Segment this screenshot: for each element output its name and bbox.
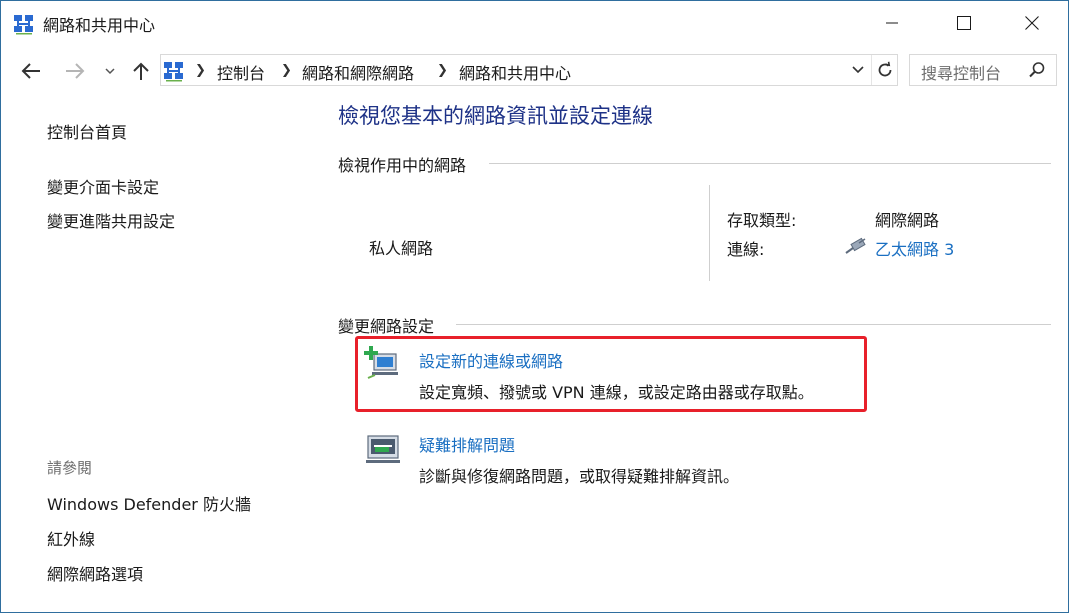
- section-divider: [456, 324, 1051, 325]
- breadcrumb-separator-icon[interactable]: ❯: [437, 63, 448, 78]
- close-icon: [1025, 16, 1039, 30]
- window-title: 網路和共用中心: [43, 16, 156, 35]
- troubleshoot-link[interactable]: 疑難排解問題: [419, 432, 515, 456]
- see-also-heading: 請參閱: [47, 459, 93, 477]
- arrow-right-icon: [66, 63, 85, 79]
- section-divider: [489, 163, 1051, 164]
- search-input[interactable]: 搜尋控制台: [909, 54, 1057, 86]
- title-bar: 網路和共用中心: [1, 1, 1068, 45]
- ethernet-connection-link[interactable]: 乙太網路 3: [875, 236, 954, 260]
- window: 網路和共用中心 ❯ 控制台 ❯ 網路和網際網路 ❯ 網路和共用中心 搜尋控制台 …: [0, 0, 1069, 613]
- arrow-left-icon: [21, 63, 40, 79]
- chevron-down-icon: [105, 68, 115, 75]
- ethernet-icon: [845, 237, 866, 254]
- breadcrumb-separator-icon[interactable]: ❯: [195, 63, 206, 78]
- firewall-link[interactable]: Windows Defender 防火牆: [47, 491, 251, 515]
- breadcrumb-network-internet[interactable]: 網路和網際網路: [302, 60, 414, 84]
- forward-button[interactable]: [59, 57, 91, 85]
- maximize-icon: [957, 16, 971, 30]
- internet-options-link[interactable]: 網際網路選項: [47, 561, 143, 585]
- troubleshoot-description: 診斷與修復網路問題，或取得疑難排解資訊。: [419, 467, 740, 486]
- refresh-button[interactable]: [871, 55, 898, 85]
- access-type-label: 存取類型:: [727, 211, 797, 230]
- change-advanced-sharing-link[interactable]: 變更進階共用設定: [47, 208, 175, 232]
- network-name: 私人網路: [369, 239, 434, 258]
- address-bar[interactable]: ❯ 控制台 ❯ 網路和網際網路 ❯ 網路和共用中心: [160, 54, 898, 86]
- breadcrumb-separator-icon[interactable]: ❯: [281, 63, 292, 78]
- refresh-icon: [878, 61, 892, 77]
- change-adapter-settings-link[interactable]: 變更介面卡設定: [47, 174, 159, 198]
- search-placeholder: 搜尋控制台: [921, 64, 1002, 83]
- minimize-icon: [886, 22, 898, 24]
- chevron-down-icon: [852, 66, 864, 74]
- active-networks-heading: 檢視作用中的網路: [338, 156, 467, 175]
- search-icon[interactable]: [1028, 61, 1046, 79]
- arrow-up-icon: [133, 62, 149, 80]
- vertical-divider: [709, 185, 710, 281]
- breadcrumb-control-panel[interactable]: 控制台: [217, 60, 265, 84]
- back-button[interactable]: [15, 57, 47, 85]
- control-panel-home-link[interactable]: 控制台首頁: [47, 119, 127, 143]
- minimize-button[interactable]: [869, 1, 915, 45]
- maximize-button[interactable]: [941, 1, 987, 45]
- access-type-value: 網際網路: [875, 211, 940, 230]
- breadcrumb-network-sharing-center[interactable]: 網路和共用中心: [459, 60, 571, 84]
- network-center-icon: [14, 15, 33, 35]
- connections-label: 連線:: [727, 240, 765, 259]
- recent-locations-button[interactable]: [101, 57, 119, 85]
- highlight-box: [355, 336, 867, 412]
- infrared-link[interactable]: 紅外線: [47, 526, 95, 550]
- close-button[interactable]: [1009, 1, 1055, 45]
- address-history-button[interactable]: [847, 55, 869, 85]
- page-title: 檢視您基本的網路資訊並設定連線: [338, 104, 653, 128]
- up-button[interactable]: [127, 57, 155, 85]
- network-center-icon: [164, 62, 183, 82]
- troubleshoot-icon[interactable]: [365, 433, 401, 467]
- change-settings-heading: 變更網路設定: [338, 317, 435, 336]
